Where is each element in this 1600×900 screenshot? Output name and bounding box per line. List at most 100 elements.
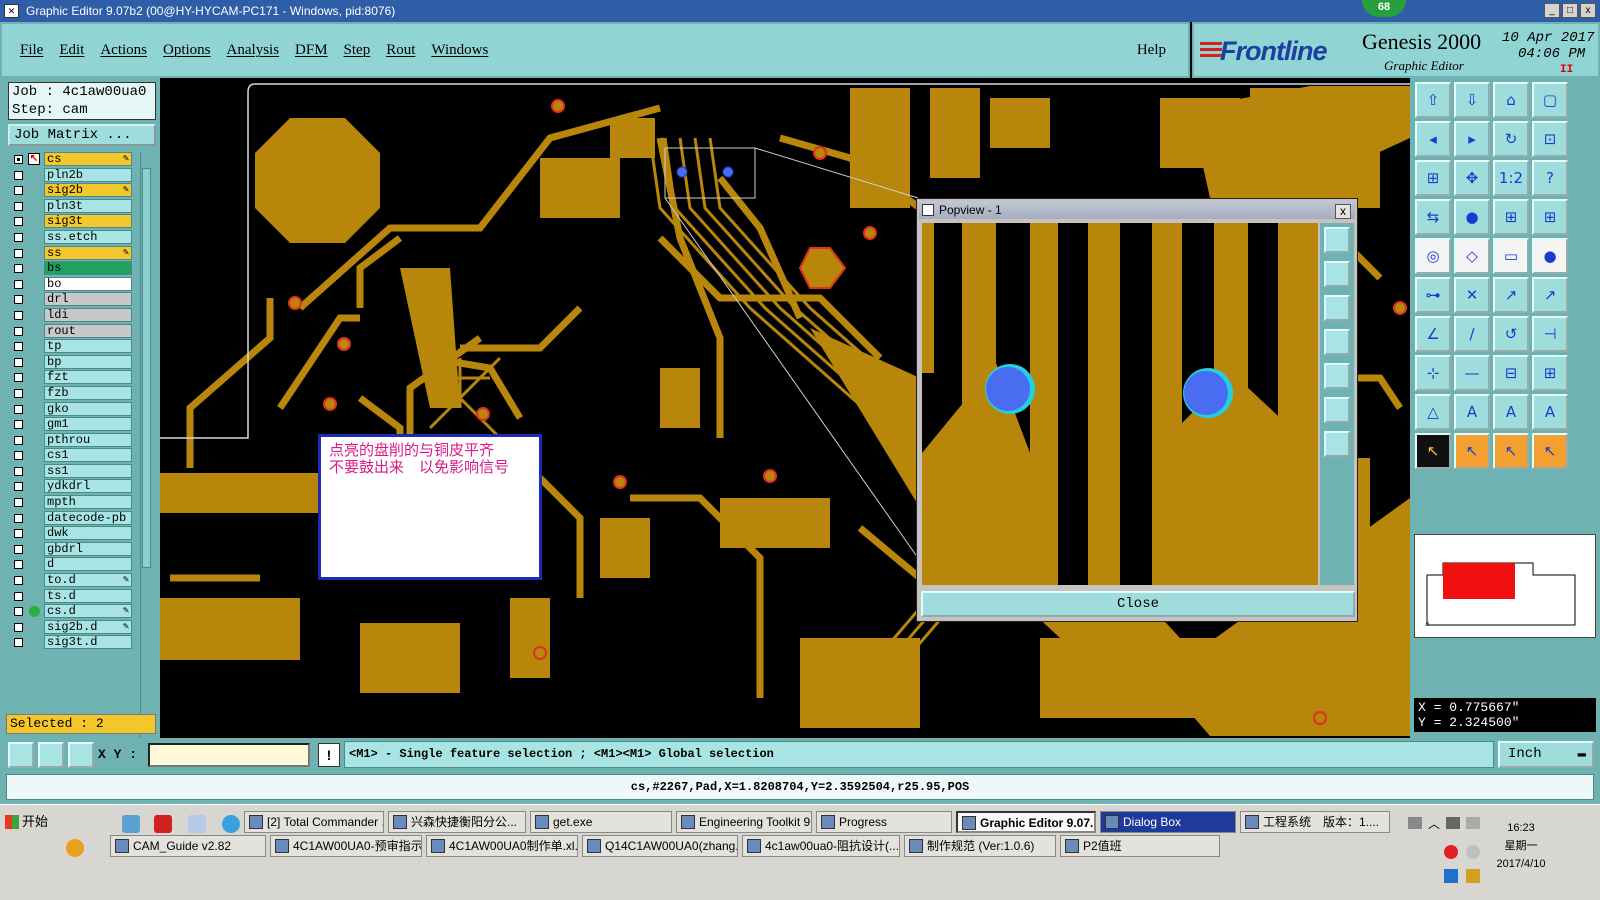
layer-checkbox[interactable] [14,279,23,289]
line-add-icon[interactable]: ↗ [1493,277,1529,313]
layer-checkbox[interactable] [14,217,23,227]
pin-icon[interactable]: ● [1454,199,1490,235]
layer-checkbox[interactable] [14,544,23,554]
layer-name[interactable]: tp [44,339,132,354]
cross-icon[interactable]: ✕ [1454,277,1490,313]
menu-step[interactable]: Step [344,42,371,59]
popview-image[interactable] [922,223,1318,585]
layer-name[interactable]: fzb [44,385,132,400]
popview-close-button[interactable]: Close [921,591,1355,617]
text-a-icon[interactable]: A [1454,394,1490,430]
taskbar-button[interactable]: Engineering Toolkit 9.... [676,811,812,833]
taskbar-button[interactable]: 兴森快捷衡阳分公... [388,811,526,833]
circle-pad-icon[interactable]: ● [1532,238,1568,274]
layer-checkbox[interactable] [14,170,23,180]
maximize-button[interactable]: □ [1562,3,1578,18]
layer-checkbox[interactable] [14,560,23,570]
popview-pan-down-icon[interactable] [1324,295,1350,321]
layer-checkbox[interactable] [14,498,23,508]
layer-row[interactable]: fzb [8,385,140,401]
nodes-icon[interactable]: ⊹ [1415,355,1451,391]
layer-name[interactable]: fzt [44,370,132,385]
scale-1-2-icon[interactable]: 1:2 [1493,160,1529,196]
help-query-icon[interactable]: ? [1532,160,1568,196]
quicklaunch-apps-icon[interactable] [66,839,84,857]
flip-icon[interactable]: ⊣ [1532,316,1568,352]
layer-checkbox[interactable] [14,232,23,242]
layer-name[interactable]: cs.d ✎ [44,604,132,619]
network-icon[interactable] [1446,817,1460,829]
layer-row[interactable]: bp [8,354,140,370]
volume-icon[interactable] [1466,817,1480,829]
layer-name[interactable]: to.d ✎ [44,573,132,588]
taskbar-button[interactable]: 4C1AW00UA0制作单.xl... [426,835,578,857]
layer-name[interactable]: bo [44,276,132,291]
taskbar-button[interactable]: P2值班 [1060,835,1220,857]
text-a2-icon[interactable]: A [1493,394,1529,430]
layer-row[interactable]: pln2b [8,167,140,183]
layer-name[interactable]: gbdrl [44,541,132,556]
layer-blue-icon[interactable]: ⊞ [1532,199,1568,235]
connect-icon[interactable]: ⊶ [1415,277,1451,313]
line-end-icon[interactable]: ↗ [1532,277,1568,313]
close-button[interactable]: x [1580,3,1596,18]
layer-checkbox[interactable] [14,186,23,196]
layer-checkbox[interactable] [14,295,23,305]
unit-select[interactable]: Inch ▬ [1498,741,1594,768]
taskbar-button[interactable]: Q14C1AW00UA0(zhang... [582,835,738,857]
layer-row[interactable]: ydkdrl [8,479,140,494]
layer-row[interactable]: rout [8,323,140,339]
layer-name[interactable]: ts.d [44,588,132,603]
popview-pan-up-icon[interactable] [1324,261,1350,287]
layer-row[interactable]: ss ✎ [8,245,140,261]
net-icon[interactable]: ⊞ [1532,355,1568,391]
layer-name[interactable]: rout [44,323,132,338]
outline-icon[interactable]: ◇ [1454,238,1490,274]
layer-name[interactable]: ss.etch [44,229,132,244]
layer-row[interactable]: sig2b ✎ [8,183,140,198]
layer-checkbox[interactable] [14,248,23,258]
quicklaunch-browser-icon[interactable] [222,815,240,833]
taskbar-button[interactable]: 4C1AW00UA0-预审指示... [270,835,422,857]
layer-row[interactable]: pln3t [8,198,140,214]
triangle-icon[interactable]: △ [1415,394,1451,430]
pan-left-icon[interactable]: ◂ [1415,121,1451,157]
layer-name[interactable]: sig3t [44,214,132,229]
popview-zoom-in-icon[interactable] [1324,227,1350,253]
snap-icon[interactable]: ⊡ [1532,121,1568,157]
rotate-icon[interactable]: ↺ [1493,316,1529,352]
layer-name[interactable]: ldi [44,307,132,322]
taskbar-button[interactable]: 工程系统 版本：1.... [1240,811,1390,833]
layer-name[interactable]: bp [44,354,132,369]
taskbar-button[interactable]: 4c1aw00ua0-阻抗设计(... [742,835,900,857]
layer-name[interactable]: d [44,557,132,572]
angle-icon[interactable]: ∠ [1415,316,1451,352]
layer-name[interactable]: ydkdrl [44,479,132,494]
layer-name[interactable]: ss1 [44,463,132,478]
zoom-fit-icon[interactable]: ⊞ [1415,160,1451,196]
layer-name[interactable]: mpth [44,495,132,510]
layer-row[interactable]: tp [8,339,140,354]
layer-checkbox[interactable] [14,576,23,586]
popview-pan-right-icon[interactable] [1324,363,1350,389]
warning-icon[interactable]: ! [318,743,340,767]
quicklaunch-pdf-icon[interactable] [154,815,172,833]
layer-row[interactable]: sig3t [8,214,140,229]
layer-row[interactable]: drl [8,292,140,307]
keyboard-icon[interactable] [1408,817,1422,829]
layer-checkbox[interactable] [14,310,23,320]
layer-row[interactable]: bs [8,261,140,276]
layer-row[interactable]: cs1 [8,448,140,463]
layer-row[interactable]: fzt [8,370,140,385]
menu-options[interactable]: Options [163,42,211,59]
layer-checkbox[interactable] [14,201,23,211]
layer-row[interactable]: sig3t.d [8,635,140,650]
taskbar-button[interactable]: 制作规范 (Ver:1.0.6) [904,835,1056,857]
pause-indicator[interactable]: II [1502,62,1594,78]
window-system-icon[interactable]: ✕ [4,4,19,18]
popview-titlebar[interactable]: Popview - 1 x [919,201,1355,219]
antivirus-icon[interactable] [1444,845,1458,859]
layer-red-icon[interactable]: ⊞ [1493,199,1529,235]
measure-icon[interactable]: ⇆ [1415,199,1451,235]
menu-rout[interactable]: Rout [386,42,415,59]
